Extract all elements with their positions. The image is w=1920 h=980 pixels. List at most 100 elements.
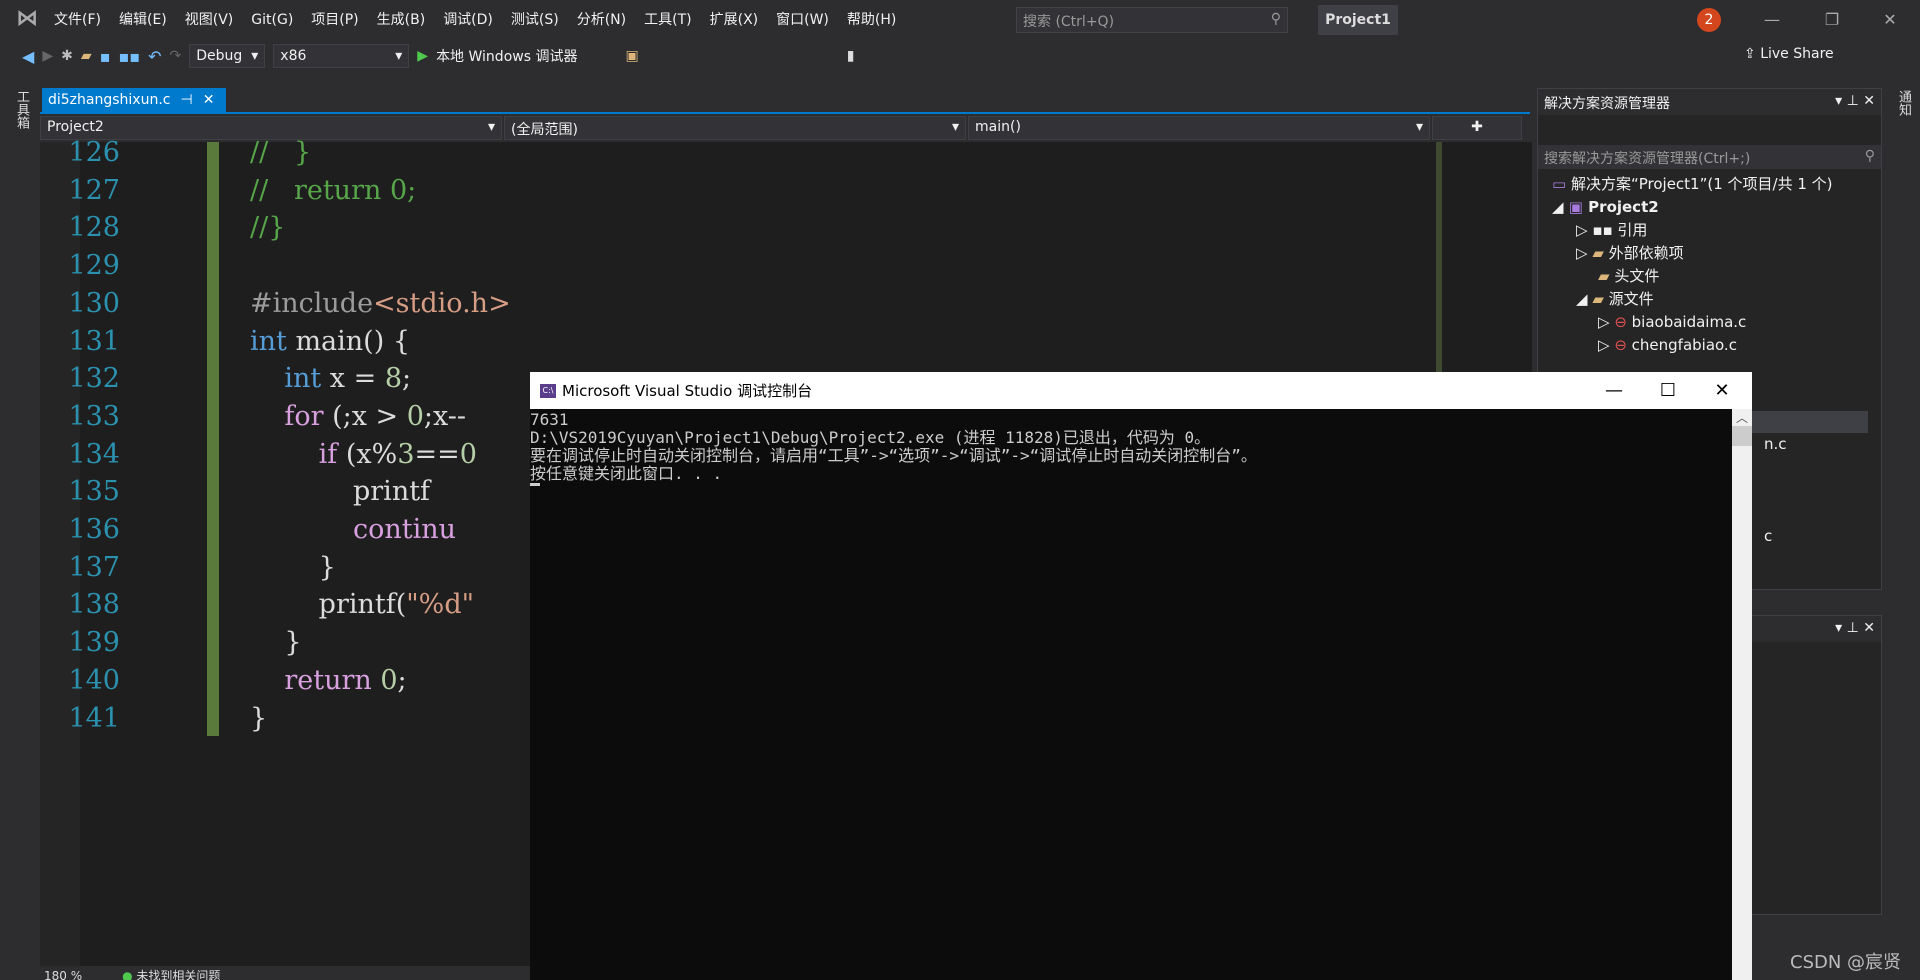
no-issues[interactable]: ● 未找到相关问题 [122, 966, 220, 980]
chevron-down-icon: ▾ [951, 119, 959, 135]
code-line[interactable]: continu [250, 511, 456, 549]
code-line[interactable]: } [250, 624, 301, 662]
project-icon: ▣ [1568, 198, 1589, 216]
notification-badge[interactable]: 2 [1697, 8, 1721, 32]
platform-select[interactable]: x86 ▾ [273, 44, 410, 68]
panel-controls[interactable]: ▾ ⊥ ✕ [1835, 93, 1875, 111]
code-line[interactable]: // return 0; [250, 172, 416, 210]
forward-icon[interactable]: ▶ [42, 48, 53, 64]
tree-file-partial[interactable]: n.c [1764, 435, 1787, 453]
menu-item[interactable]: 项目(P) [311, 12, 358, 28]
console-title-bar[interactable]: C:\ Microsoft Visual Studio 调试控制台 — ☐ ✕ [530, 372, 1752, 409]
tree-project[interactable]: ◢ ▣ Project2 [1538, 196, 1881, 219]
open-icon[interactable]: ▰ [81, 48, 92, 64]
tab-di5zhangshixun[interactable]: di5zhangshixun.c ⊣ ✕ [42, 88, 226, 114]
search-icon: ⚲ [1864, 148, 1875, 164]
c-file-excluded-icon: ⊖ [1614, 336, 1632, 354]
item-label: 源文件 [1608, 290, 1654, 308]
file-label: biaobaidaima.c [1631, 313, 1747, 331]
solution-search-input[interactable]: 搜索解决方案资源管理器(Ctrl+;) ⚲ [1538, 145, 1881, 169]
close-tab-icon[interactable]: ✕ [203, 92, 215, 110]
tree-file-partial[interactable]: c [1764, 527, 1772, 545]
tree-item-sources[interactable]: ◢ ▰ 源文件 [1538, 288, 1881, 311]
menu-item[interactable]: 窗口(W) [776, 12, 829, 28]
tree-file[interactable]: ▷ ⊖ chengfabiao.c [1538, 334, 1881, 357]
code-line[interactable]: printf [250, 473, 430, 511]
menu-item[interactable]: 调试(D) [443, 12, 493, 28]
code-line[interactable]: int x = 8; [250, 360, 411, 398]
console-minimize-button[interactable]: — [1584, 372, 1644, 409]
config-select[interactable]: Debug ▾ [189, 44, 266, 68]
menu-item[interactable]: 文件(F) [54, 12, 101, 28]
run-button[interactable]: 本地 Windows 调试器 [436, 46, 577, 66]
code-line[interactable]: return 0; [250, 662, 406, 700]
code-line[interactable]: // } [250, 134, 311, 172]
references-icon: ▪▪ [1592, 221, 1618, 239]
console-line: 7631 [530, 410, 569, 429]
toolbar: ◀ ▶ ✱ ▰ ▪ ▪▪ ↶ ↷ Debug ▾ x86 ▾ ▶ 本地 Window… [0, 38, 1920, 74]
console-maximize-button[interactable]: ☐ [1638, 372, 1698, 409]
code-line[interactable]: } [250, 549, 336, 587]
search-input[interactable]: 搜索 (Ctrl+Q) ⚲ [1016, 7, 1288, 33]
menu-item[interactable]: 测试(S) [511, 12, 559, 28]
find-in-files-icon[interactable]: ▣ [625, 48, 638, 64]
debug-console-window[interactable]: C:\ Microsoft Visual Studio 调试控制台 — ☐ ✕ 7… [530, 372, 1752, 980]
undo-icon[interactable]: ↶ [148, 47, 161, 66]
code-line[interactable]: } [250, 700, 267, 738]
menu-item[interactable]: 工具(T) [644, 12, 691, 28]
tree-item-external[interactable]: ▷ ▰ 外部依赖项 [1538, 242, 1881, 265]
close-button[interactable]: ✕ [1870, 6, 1910, 34]
pin-icon[interactable]: ⊣ [180, 92, 192, 110]
solution-icon: ▭ [1552, 175, 1571, 193]
minimize-button[interactable]: — [1752, 6, 1792, 34]
code-line[interactable]: if (x%3==0 [250, 436, 477, 474]
menu-item[interactable]: 帮助(H) [847, 12, 896, 28]
zoom-level[interactable]: 180 % [44, 966, 82, 980]
code-line[interactable]: for (;x > 0;x-- [250, 398, 466, 436]
c-file-excluded-icon: ⊖ [1614, 313, 1632, 331]
member-value: main() [975, 119, 1021, 135]
menu-item[interactable]: 视图(V) [185, 12, 234, 28]
check-icon: ● [122, 969, 137, 980]
back-icon[interactable]: ◀ [22, 47, 34, 66]
notifications-strip[interactable]: 通知 [1884, 86, 1920, 980]
console-line: D:\VS2019Cyuyan\Project1\Debug\Project2.… [530, 428, 1211, 447]
code-line[interactable]: printf("%d" [250, 586, 474, 624]
tree-file[interactable]: ▷ ⊖ biaobaidaima.c [1538, 311, 1881, 334]
menu-item[interactable]: 编辑(E) [119, 12, 167, 28]
menu-item[interactable]: 扩展(X) [710, 12, 759, 28]
tree-item-references[interactable]: ▷ ▪▪ 引用 [1538, 219, 1881, 242]
run-icon[interactable]: ▶ [417, 48, 428, 64]
code-line[interactable]: int main() { [250, 323, 410, 361]
menu-item[interactable]: 分析(N) [577, 12, 626, 28]
file-label: chengfabiao.c [1631, 336, 1737, 354]
scroll-up-icon[interactable]: ︿ [1732, 409, 1752, 426]
restore-button[interactable]: ❐ [1812, 6, 1852, 34]
menu-item[interactable]: 生成(B) [377, 12, 426, 28]
save-icon[interactable]: ▪ [100, 47, 111, 66]
line-number: 128 [68, 212, 120, 244]
scope-dropdown[interactable]: (全局范围) ▾ [504, 116, 966, 140]
redo-icon[interactable]: ↷ [170, 48, 182, 64]
live-share-button[interactable]: ⇪ Live Share [1744, 46, 1834, 62]
member-dropdown[interactable]: main() ▾ [968, 116, 1430, 140]
code-line[interactable]: //} [250, 209, 285, 247]
console-scrollbar[interactable]: ︿ [1732, 409, 1752, 980]
project-label: Project2 [1588, 198, 1659, 216]
chevron-down-icon: ▾ [395, 48, 403, 64]
console-close-button[interactable]: ✕ [1692, 372, 1752, 409]
tree-item-headers[interactable]: ▰ 头文件 [1538, 265, 1881, 288]
save-all-icon[interactable]: ▪▪ [118, 47, 140, 66]
new-project-icon[interactable]: ✱ [61, 48, 73, 64]
tree-solution[interactable]: ▭ 解决方案“Project1”(1 个项目/共 1 个) [1538, 173, 1881, 196]
scroll-thumb[interactable] [1732, 426, 1752, 446]
split-button[interactable]: ✚ [1432, 116, 1522, 140]
menu-item[interactable]: Git(G) [251, 12, 293, 28]
item-label: 引用 [1617, 221, 1648, 239]
bookmark-icon[interactable]: ▮ [847, 48, 855, 64]
change-indicator [207, 142, 219, 736]
solution-tree: ▭ 解决方案“Project1”(1 个项目/共 1 个) ◢ ▣ Projec… [1538, 169, 1881, 357]
code-line[interactable]: #include<stdio.h> [250, 285, 511, 323]
item-label: 头文件 [1614, 267, 1660, 285]
chevron-down-icon: ▾ [487, 119, 495, 135]
